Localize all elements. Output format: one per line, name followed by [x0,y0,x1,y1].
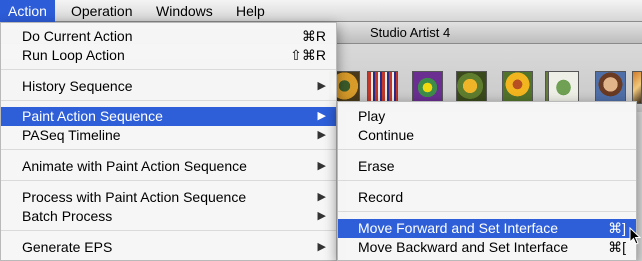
preset-thumbnail[interactable] [412,71,443,104]
menu-item-label: Animate with Paint Action Sequence [22,158,247,174]
menu-item-batch-process[interactable]: Batch Process ▶ [1,207,336,226]
menu-windows[interactable]: Windows [148,0,221,22]
submenu-item-move-forward[interactable]: Move Forward and Set Interface ⌘] [338,219,636,238]
menu-item-label: Generate EPS [22,239,113,255]
menu-separator [1,180,336,181]
menu-separator [338,211,636,212]
submenu-arrow-icon: ▶ [317,210,326,222]
menu-item-process-with-paint-action-sequence[interactable]: Process with Paint Action Sequence ▶ [1,188,336,207]
menu-separator [338,180,636,181]
menu-item-label: Record [358,189,404,205]
menu-item-paseq-timeline[interactable]: PASeq Timeline ▶ [1,126,336,145]
menu-item-history-sequence[interactable]: History Sequence ▶ [1,77,336,96]
menu-item-label: History Sequence [22,78,133,94]
preset-thumbnail[interactable] [502,71,533,104]
submenu-item-record[interactable]: Record [338,188,636,207]
menu-bar: Action Operation Windows Help [0,0,642,22]
submenu-item-erase[interactable]: Erase [338,157,636,176]
submenu-arrow-icon: ▶ [317,241,326,253]
menu-separator [338,149,636,150]
menu-item-label: Move Backward and Set Interface [358,239,569,255]
menu-item-label: PASeq Timeline [22,127,121,143]
menu-action[interactable]: Action [0,0,55,22]
menu-item-label: Erase [358,158,395,174]
menu-item-label: Batch Process [22,208,113,224]
menu-item-run-loop-action[interactable]: Run Loop Action ⇧⌘R [1,46,336,65]
menu-separator [1,230,336,231]
submenu-arrow-icon: ▶ [317,110,326,122]
shortcut-label: ⇧⌘R [290,47,326,63]
menu-separator [1,69,336,70]
preset-thumbnail[interactable] [367,71,398,104]
menu-separator [1,100,336,101]
submenu-arrow-icon: ▶ [317,160,326,172]
menu-item-generate-eps[interactable]: Generate EPS ▶ [1,238,336,257]
preset-thumbnail[interactable] [548,71,579,104]
window-title: Studio Artist 4 [370,25,451,40]
mouse-pointer-icon [629,227,641,245]
menu-item-do-current-action[interactable]: Do Current Action ⌘R [1,27,336,46]
menu-item-label: Do Current Action [22,28,133,44]
action-menu: Do Current Action ⌘R Run Loop Action ⇧⌘R… [0,22,337,261]
menu-item-label: Play [358,108,386,124]
submenu-item-play[interactable]: Play [338,107,636,126]
shortcut-label: ⌘[ [608,239,626,255]
menu-help[interactable]: Help [228,0,273,22]
menu-item-label: Paint Action Sequence [22,108,163,124]
menu-item-animate-with-paint-action-sequence[interactable]: Animate with Paint Action Sequence ▶ [1,157,336,176]
submenu-item-move-backward[interactable]: Move Backward and Set Interface ⌘[ [338,238,636,257]
submenu-arrow-icon: ▶ [317,80,326,92]
submenu-item-continue[interactable]: Continue [338,126,636,145]
shortcut-label: ⌘] [608,220,626,236]
preset-thumbnail[interactable] [632,71,642,104]
menu-operation[interactable]: Operation [63,0,140,22]
paint-action-sequence-submenu: Play Continue Erase Record Move Forward … [337,101,637,261]
menu-separator [1,149,336,150]
menu-item-label: Run Loop Action [22,47,125,63]
submenu-arrow-icon: ▶ [317,129,326,141]
menu-item-label: Process with Paint Action Sequence [22,189,247,205]
preset-thumbnail[interactable] [595,71,626,104]
submenu-arrow-icon: ▶ [317,191,326,203]
menu-item-paint-action-sequence[interactable]: Paint Action Sequence ▶ [1,107,336,126]
preset-thumbnail[interactable] [456,71,487,104]
menu-item-label: Move Forward and Set Interface [358,220,558,236]
menu-item-label: Continue [358,127,415,143]
shortcut-label: ⌘R [301,28,326,44]
